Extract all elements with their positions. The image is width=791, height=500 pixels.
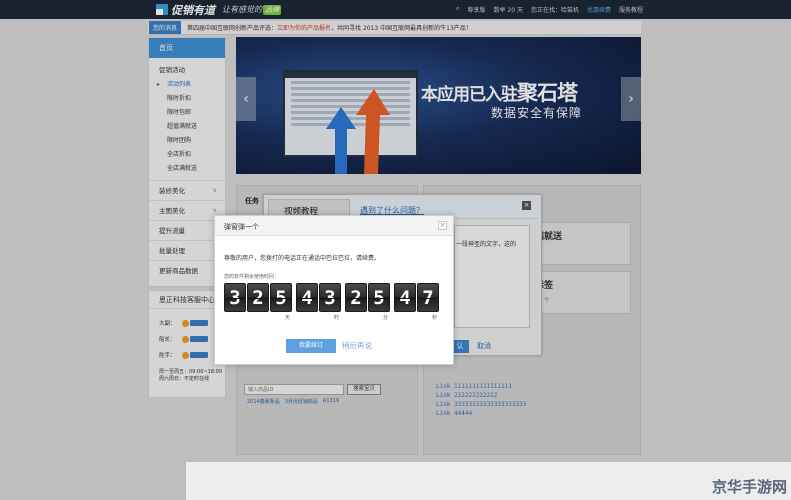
- watermark: 京华手游网: [711, 478, 787, 496]
- slogan-text: 让有感觉的: [222, 5, 262, 14]
- product-search: 搜索宝贝: [244, 384, 381, 395]
- banner-title: 本应用已入驻聚石塔: [421, 81, 578, 105]
- countdown-digit: 3: [319, 283, 341, 312]
- modal-message: 尊敬的用户，您拨打的电话正在通话中巴拉巴拉，请续费。: [224, 255, 381, 262]
- renew-link[interactable]: 优惠续费: [587, 5, 611, 14]
- countdown-digit: 5: [368, 283, 390, 312]
- logo[interactable]: 促销有道: [156, 2, 215, 17]
- banner-next-button[interactable]: ›: [621, 77, 641, 121]
- link-item[interactable]: Link 44444: [436, 409, 526, 418]
- product-id-input[interactable]: [244, 384, 344, 395]
- countdown-unit: 秒: [431, 315, 437, 321]
- countdown-digit: 3: [224, 283, 246, 312]
- sidebar-item-decoration[interactable]: 装修美化 ∨: [149, 180, 225, 200]
- remind-later-button[interactable]: 稍后再说: [342, 340, 372, 351]
- hot-word-link[interactable]: 3月份促销商品: [285, 398, 318, 405]
- edition-label: 尊享版: [467, 7, 486, 14]
- service-hours: 周一至周五：09:00~18:00 周六周日：不定时在线: [159, 369, 223, 382]
- notice-text[interactable]: 第四届中国互联网创新产品评选：立即为你的产品报名，共同寻找 2013 中国互联网…: [187, 23, 472, 32]
- countdown-digit: 2: [247, 283, 269, 312]
- hot-word-link[interactable]: A1319: [323, 398, 339, 405]
- sidebar-sub-discount[interactable]: 限时折扣: [149, 92, 225, 106]
- renewal-modal: 弹窗弹一个 × 尊敬的用户，您拨打的电话正在通话中巴拉巴拉，请续费。 您的软件剩…: [214, 215, 454, 365]
- countdown-timer: 3 2 5 天 4 3 时 2 5 分 4 7 秒: [224, 283, 443, 321]
- countdown-unit: 分: [382, 315, 388, 321]
- days-label: 数举 20 天: [493, 7, 523, 14]
- countdown-digit: 7: [417, 283, 439, 312]
- sidebar-sub-store-discount[interactable]: 全店折扣: [149, 148, 225, 162]
- banner-prev-button[interactable]: ‹: [236, 77, 256, 121]
- continue-renewal-button[interactable]: 我要续订: [286, 339, 336, 353]
- blue-arrow-graphic: [326, 107, 356, 174]
- countdown-digit: 4: [394, 283, 416, 312]
- search-icon[interactable]: ⌕: [456, 5, 459, 14]
- tutorial-link[interactable]: 服务教程: [619, 5, 643, 14]
- banner-carousel[interactable]: 本应用已入驻聚石塔 数据安全有保障 ‹ ›: [236, 37, 641, 174]
- help-cancel-button[interactable]: 取消: [477, 340, 491, 353]
- countdown-unit: 天: [284, 315, 290, 321]
- orange-arrow-graphic: [356, 89, 390, 174]
- close-icon[interactable]: ×: [438, 221, 447, 230]
- top-nav: ⌕ 尊享版 数举 20 天 您正在找：哈笛机 优惠续费 服务教程: [456, 5, 643, 14]
- sidebar-sub-activity-list[interactable]: 活动列表: [149, 78, 225, 92]
- slogan-badge: 品牌: [263, 4, 281, 15]
- gift-card[interactable]: 满就送 99: [530, 222, 631, 265]
- countdown-digit: 2: [345, 283, 367, 312]
- countdown-unit: 时: [333, 315, 339, 321]
- hot-words: 2014春夏新品 3月份促销商品 A1319: [247, 398, 339, 405]
- sidebar-sub-store-gift[interactable]: 全店满就送: [149, 162, 225, 176]
- sidebar-sub-gift[interactable]: 超值满就送: [149, 120, 225, 134]
- close-icon[interactable]: ×: [522, 201, 531, 210]
- notice-bar: 您的消息 第四届中国互联网创新产品评选：立即为你的产品报名，共同寻找 2013 …: [148, 21, 641, 35]
- countdown-hours: 4 3 时: [296, 283, 341, 321]
- remaining-time-label: 您的软件剩余使用时间：: [224, 274, 280, 280]
- slogan: 让有感觉的 品牌: [222, 4, 281, 15]
- logo-icon: [156, 4, 168, 15]
- modal-header: 弹窗弹一个 ×: [215, 216, 453, 236]
- notice-label[interactable]: 您的消息: [149, 21, 182, 34]
- link-item[interactable]: Link 222222222222: [436, 391, 526, 400]
- modal-title: 弹窗弹一个: [224, 223, 259, 231]
- tag-card[interactable]: 标签 99 个: [530, 271, 631, 314]
- sidebar-item-home[interactable]: 首页: [149, 38, 225, 58]
- top-bar: 促销有道 让有感觉的 品牌 ⌕ 尊享版 数举 20 天 您正在找：哈笛机 优惠续…: [0, 0, 791, 19]
- help-text: 一段神圣的文字，这的: [456, 241, 517, 248]
- footer-band: [186, 462, 791, 500]
- qq-chat-icon[interactable]: [181, 335, 208, 343]
- sidebar-sub-group-buy[interactable]: 限时团购: [149, 134, 225, 148]
- countdown-minutes: 2 5 分: [345, 283, 390, 321]
- banner-subtitle: 数据安全有保障: [491, 106, 583, 120]
- sidebar-group-promotions[interactable]: 促销活动: [149, 58, 225, 74]
- countdown-digit: 5: [270, 283, 292, 312]
- qq-chat-icon[interactable]: [181, 351, 208, 359]
- hot-word-link[interactable]: 2014春夏新品: [247, 398, 280, 405]
- user-menu[interactable]: 您正在找：哈笛机: [531, 5, 579, 14]
- task-title: 任务: [245, 197, 259, 205]
- link-list: Link 1111111111111111 Link 222222222222 …: [436, 382, 526, 418]
- link-item[interactable]: Link 33333333333333333333: [436, 400, 526, 409]
- countdown-days: 3 2 5 天: [224, 283, 292, 321]
- qq-chat-icon[interactable]: [181, 319, 208, 327]
- countdown-digit: 4: [296, 283, 318, 312]
- sidebar-sub-free-shipping[interactable]: 限时包邮: [149, 106, 225, 120]
- chevron-down-icon: ∨: [212, 187, 217, 194]
- link-item[interactable]: Link 1111111111111111: [436, 382, 526, 391]
- countdown-seconds: 4 7 秒: [394, 283, 439, 321]
- search-product-button[interactable]: 搜索宝贝: [347, 384, 381, 395]
- logo-text: 促销有道: [171, 3, 215, 17]
